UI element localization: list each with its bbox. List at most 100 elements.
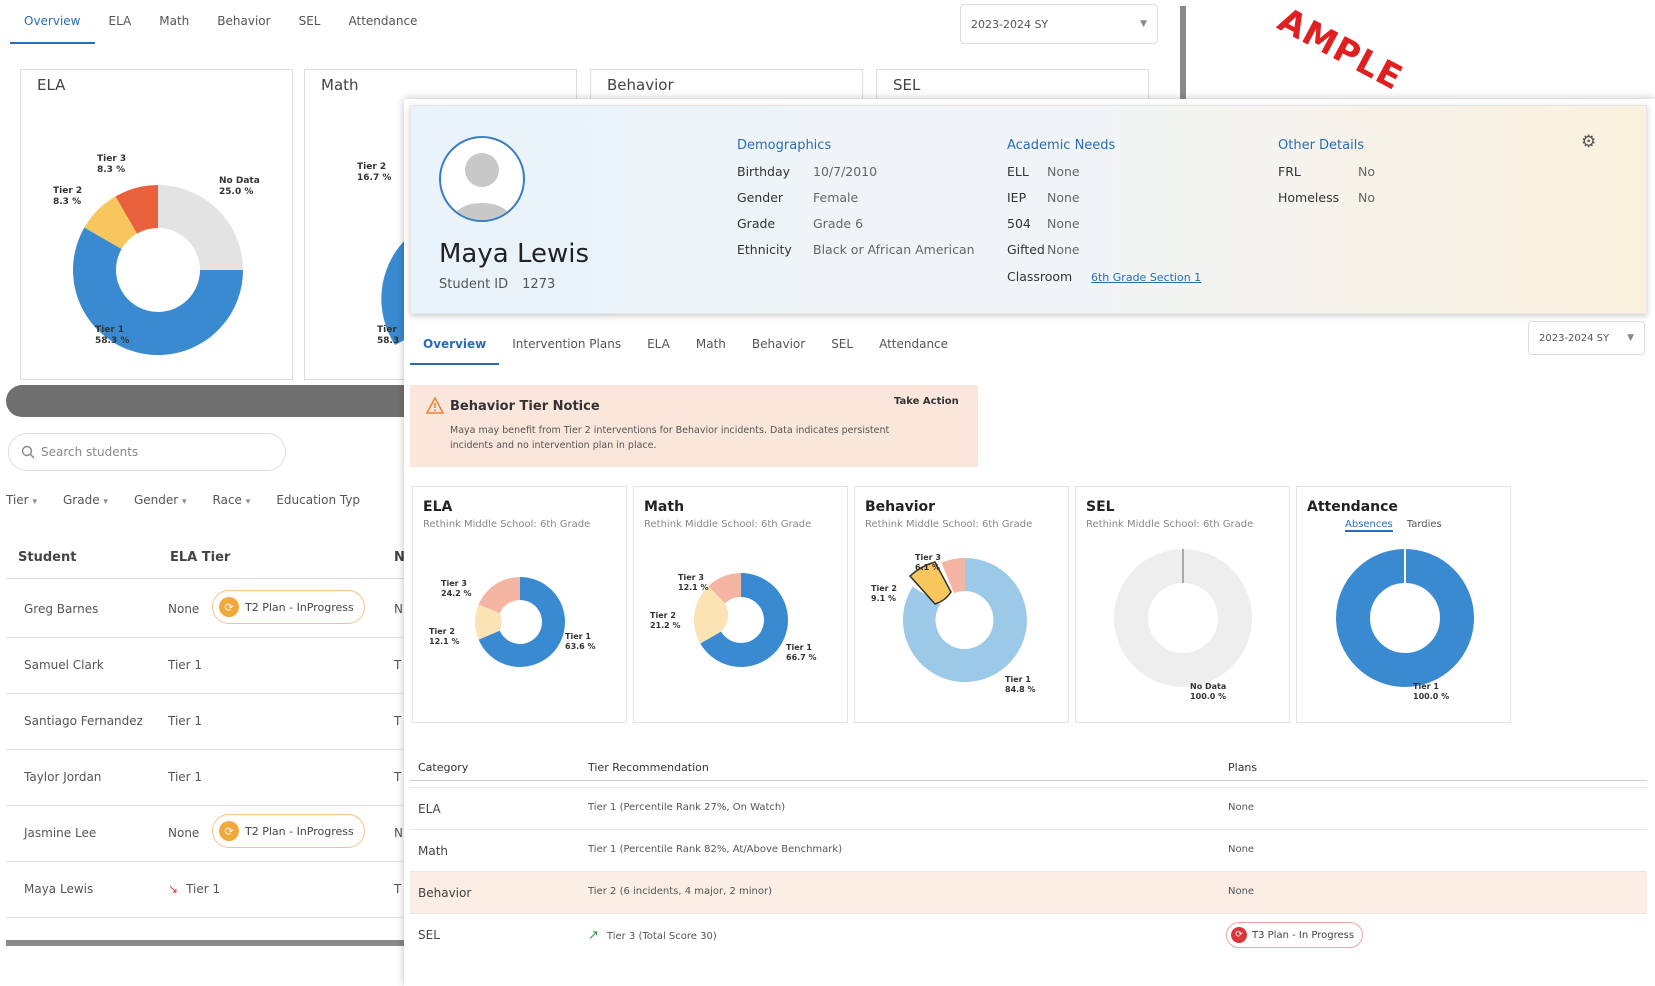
bg-card-title: SEL	[893, 76, 921, 94]
math-donut-chart	[693, 573, 789, 667]
academic-need-row: IEP None	[1007, 190, 1080, 205]
clipped-cell: T	[394, 882, 402, 896]
classroom-link[interactable]: 6th Grade Section 1	[1091, 271, 1201, 284]
sel-label-nodata: No Data 100.0 %	[1190, 682, 1227, 701]
school-year-select[interactable]: 2023-2024 SY ▼	[1528, 321, 1645, 355]
bg-math-label-tier2: Tier 2 16.7 %	[357, 162, 392, 183]
academic-need-row: 504 None	[1007, 216, 1080, 231]
table-row[interactable]: Santiago Fernandez Tier 1 T	[6, 692, 406, 750]
ela-tier-cell: Tier 1	[168, 770, 203, 784]
demographic-value: Grade 6	[813, 216, 864, 231]
table-row[interactable]: SEL ↗ Tier 3 (Total Score 30) ⟳ T3 Plan - In…	[410, 913, 1647, 959]
demographic-value: 10/7/2010	[813, 164, 878, 179]
column-header-ela-tier[interactable]: ELA Tier	[170, 550, 230, 565]
filter-tier[interactable]: Tier ▾	[6, 493, 37, 507]
tab-attendance[interactable]: Attendance	[866, 331, 961, 365]
academic-need-label: ELL	[1007, 164, 1029, 179]
behavior-donut-chart	[902, 558, 1027, 682]
column-header-tier-recommendation[interactable]: Tier Recommendation	[588, 761, 709, 774]
plan-badge-label: T2 Plan - InProgress	[245, 600, 354, 614]
column-header-plans[interactable]: Plans	[1228, 761, 1257, 774]
plan-badge-label: T3 Plan - In Progress	[1252, 929, 1355, 941]
plan-badge[interactable]: ⟳ T2 Plan - InProgress	[212, 814, 365, 848]
tab-math[interactable]: Math	[683, 331, 739, 365]
column-header-category[interactable]: Category	[418, 761, 468, 774]
bg-tab-math[interactable]: Math	[145, 8, 203, 44]
tab-ela[interactable]: ELA	[634, 331, 683, 365]
column-header-student[interactable]: Student	[18, 550, 76, 565]
filter-grade[interactable]: Grade ▾	[63, 493, 108, 507]
filter-gender[interactable]: Gender ▾	[134, 493, 187, 507]
bg-ela-label-tier1: Tier 1 58.3 %	[95, 325, 130, 346]
academic-need-value: None	[1047, 164, 1080, 179]
search-input[interactable]: Search students	[8, 433, 286, 471]
tab-overview[interactable]: Overview	[410, 331, 500, 365]
ela-tier-cell: None	[168, 826, 200, 840]
school-year-value: 2023-2024 SY	[1539, 332, 1610, 344]
bg-school-year-select[interactable]: 2023-2024 SY ▼	[960, 4, 1158, 44]
bg-ela-label-tier2: Tier 2 8.3 %	[53, 186, 83, 207]
plan-badge[interactable]: ⟳ T3 Plan - In Progress	[1226, 922, 1364, 948]
attendance-donut-chart	[1336, 549, 1474, 687]
student-name-cell[interactable]: Taylor Jordan	[24, 770, 101, 784]
bg-card-title: ELA	[37, 76, 66, 94]
ela-label-tier1: Tier 1 63.6 %	[565, 632, 596, 651]
card-sel: SEL Rethink Middle School: 6th Grade No …	[1075, 486, 1290, 723]
student-name-cell[interactable]: Greg Barnes	[24, 602, 98, 616]
student-name-cell[interactable]: Samuel Clark	[24, 658, 104, 672]
chevron-down-icon: ▼	[1140, 19, 1147, 29]
bg-tab-attendance[interactable]: Attendance	[334, 8, 431, 44]
card-ela: ELA Rethink Middle School: 6th Grade Tie…	[412, 486, 627, 723]
attendance-label-tier1: Tier 1 100.0 %	[1413, 682, 1450, 701]
filter-education-type[interactable]: Education Typ	[276, 493, 360, 507]
demographic-label: Grade	[737, 216, 776, 231]
gear-icon[interactable]: ⚙	[1581, 132, 1596, 152]
clipped-cell: N	[394, 602, 403, 616]
behavior-label-tier3: Tier 3 6.1 %	[915, 553, 941, 572]
bg-school-year-value: 2023-2024 SY	[971, 17, 1049, 31]
table-row[interactable]: Maya Lewis ↘ Tier 1 T	[6, 860, 406, 918]
tab-intervention-plans[interactable]: Intervention Plans	[499, 331, 634, 365]
bg-tab-sel[interactable]: SEL	[285, 8, 335, 44]
student-name-cell[interactable]: Maya Lewis	[24, 882, 93, 896]
trend-up-icon: ↗	[588, 928, 599, 943]
table-row[interactable]: ELA Tier 1 (Percentile Rank 27%, On Watch…	[410, 787, 1647, 829]
academic-needs-heading: Academic Needs	[1007, 138, 1116, 153]
plan-badge[interactable]: ⟳ T2 Plan - InProgress	[212, 590, 365, 624]
clipped-cell: T	[394, 714, 402, 728]
classroom-row: Classroom 6th Grade Section 1	[1007, 269, 1202, 284]
student-id: Student ID 1273	[439, 277, 556, 292]
plan-icon: ⟳	[219, 597, 239, 617]
demographic-row: Birthday 10/7/2010	[737, 164, 877, 179]
category-cell: Behavior	[418, 886, 472, 900]
bg-tab-behavior[interactable]: Behavior	[203, 8, 284, 44]
plan-icon: ⟳	[1231, 927, 1247, 943]
profile-tab-bar: Overview Intervention Plans ELA Math Behavio…	[410, 331, 961, 365]
filter-race[interactable]: Race ▾	[213, 493, 251, 507]
plan-icon: ⟳	[219, 821, 239, 841]
demographic-row: Ethnicity Black or African American	[737, 242, 975, 257]
table-row[interactable]: Behavior Tier 2 (6 incidents, 4 major, 2 …	[410, 871, 1647, 913]
student-name-cell[interactable]: Jasmine Lee	[24, 826, 96, 840]
table-row[interactable]: Math Tier 1 (Percentile Rank 82%, At/Abov…	[410, 829, 1647, 871]
math-label-tier2: Tier 2 21.2 %	[650, 611, 681, 630]
student-name-cell[interactable]: Santiago Fernandez	[24, 714, 143, 728]
bg-ela-donut	[72, 185, 244, 356]
table-row[interactable]: Samuel Clark Tier 1 T	[6, 636, 406, 694]
table-row[interactable]: Taylor Jordan Tier 1 T	[6, 748, 406, 806]
math-label-tier1: Tier 1 66.7 %	[786, 643, 817, 662]
table-row[interactable]: Jasmine Lee None ⟳ T2 Plan - InProgress N	[6, 804, 406, 862]
tier-recommendation-cell: Tier 1 (Percentile Rank 82%, At/Above Be…	[588, 844, 843, 855]
bg-tab-bar: Overview ELA Math Behavior SEL Attendanc…	[10, 8, 431, 44]
tab-behavior[interactable]: Behavior	[739, 331, 818, 365]
tab-sel[interactable]: SEL	[818, 331, 866, 365]
table-row[interactable]: Greg Barnes None ⟳ T2 Plan - InProgress N	[6, 580, 406, 638]
demographic-label: Birthday	[737, 164, 791, 179]
bg-tab-ela[interactable]: ELA	[95, 8, 146, 44]
bg-tab-overview[interactable]: Overview	[10, 8, 95, 44]
other-detail-value: No	[1358, 164, 1375, 179]
plan-badge-label: T2 Plan - InProgress	[245, 824, 354, 838]
math-label-tier3: Tier 3 12.1 %	[678, 573, 709, 592]
take-action-button[interactable]: Take Action	[894, 396, 959, 407]
demographic-value: Black or African American	[813, 242, 975, 257]
